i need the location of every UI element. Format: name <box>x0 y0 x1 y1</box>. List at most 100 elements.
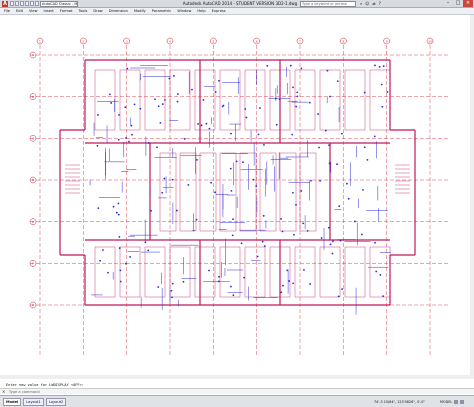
room <box>279 152 297 232</box>
tab-layout2[interactable]: Layout2 <box>45 398 67 406</box>
fixture-symbol <box>317 113 320 115</box>
fixture-symbol <box>363 146 366 149</box>
fixture-symbol <box>288 280 291 282</box>
command-line[interactable]: × Type a command <box>0 388 474 394</box>
fixture-symbol <box>326 69 329 72</box>
fixture-symbol <box>374 64 376 67</box>
fixture-symbol <box>218 79 220 82</box>
coordinate-readout: 74'-3 15/64", 123'0826", 0'-0" <box>374 400 425 404</box>
tab-model[interactable]: Model <box>3 398 22 406</box>
fixture-symbol <box>310 179 312 182</box>
fixture-symbol <box>256 255 259 258</box>
fixture-symbol <box>289 64 292 67</box>
menu-item-help[interactable]: Help <box>197 8 205 14</box>
fixture-symbol <box>230 132 232 135</box>
fixture-symbol <box>172 75 175 77</box>
annotation-scale-icon[interactable] <box>454 400 458 404</box>
menu-item-express[interactable]: Express <box>212 8 226 14</box>
workspace-select[interactable]: AutoCAD Classic - Migrat... <box>40 1 78 7</box>
fixture-symbol <box>195 218 198 221</box>
new-file-icon[interactable] <box>10 1 14 6</box>
fixture-symbol <box>164 99 166 101</box>
room <box>219 246 241 298</box>
fixture-symbol <box>263 144 265 146</box>
minimize-icon[interactable]: – <box>443 0 453 7</box>
tab-layout1[interactable]: Layout1 <box>23 398 44 406</box>
room <box>344 69 366 131</box>
fixture-symbol <box>341 132 343 135</box>
fixture-symbol <box>274 97 277 100</box>
fixture-symbol <box>117 213 120 216</box>
fixture-symbol <box>117 202 120 205</box>
status-tray <box>454 400 464 404</box>
drawing-canvas[interactable]: 1 2 3 4 5 6 7 8 9 10 A B C D E F G <box>0 15 474 379</box>
grid-label: 5 <box>212 39 214 43</box>
vertical-scrollbar[interactable] <box>470 15 474 379</box>
workspace-gear-icon[interactable] <box>460 400 464 404</box>
menu-item-dimension[interactable]: Dimension <box>109 8 128 14</box>
fixture-symbol <box>295 203 297 206</box>
fixture-symbol <box>329 95 331 98</box>
search-input[interactable]: Type a keyword or phrase <box>300 1 356 7</box>
close-window-icon[interactable]: × <box>463 0 473 7</box>
menu-item-file[interactable]: File <box>4 8 10 14</box>
room <box>94 246 116 298</box>
window-controls: – □ × <box>443 0 473 7</box>
room <box>219 69 241 131</box>
grid-label: D <box>32 178 35 182</box>
room <box>94 69 116 131</box>
fixture-symbol <box>214 191 216 194</box>
user-icon[interactable]: ☺ <box>365 1 369 7</box>
fixture-symbol <box>281 230 284 233</box>
fixture-symbol <box>329 243 332 246</box>
room <box>119 69 141 131</box>
grid-label: 6 <box>256 39 258 43</box>
fixture-symbol <box>379 274 382 276</box>
fixture-symbol <box>266 64 269 67</box>
quick-access-toolbar <box>10 1 39 7</box>
fixture-symbol <box>161 103 164 105</box>
fixture-symbol <box>360 233 363 236</box>
fixture-symbol <box>386 91 389 93</box>
print-icon[interactable] <box>25 1 29 6</box>
fixture-symbol <box>109 93 111 96</box>
fixture-symbol <box>319 179 321 182</box>
menu-item-format[interactable]: Format <box>60 8 73 14</box>
menu-item-insert[interactable]: Insert <box>44 8 54 14</box>
fixture-symbol <box>320 237 323 239</box>
exchange-icon[interactable]: ⇄ <box>372 1 375 7</box>
model-space-toggle[interactable]: MODEL <box>440 399 452 405</box>
fixture-symbol <box>375 270 378 273</box>
fixture-symbol <box>235 160 238 163</box>
fixture-symbol <box>331 252 334 255</box>
grid-label: 3 <box>126 39 128 43</box>
fixture-symbol <box>170 289 173 292</box>
fixture-symbol <box>154 98 156 101</box>
save-icon[interactable] <box>20 1 24 6</box>
grid-label: A <box>32 53 35 57</box>
menu-item-window[interactable]: Window <box>177 8 191 14</box>
autocad-logo-icon[interactable]: A <box>2 1 8 7</box>
fixture-symbol <box>118 113 120 116</box>
menu-item-edit[interactable]: Edit <box>16 8 23 14</box>
fixture-symbol <box>295 105 298 108</box>
title-bar: A AutoCAD Classic - Migrat... Autodesk A… <box>0 0 474 8</box>
open-file-icon[interactable] <box>15 1 19 6</box>
menu-item-tools[interactable]: Tools <box>79 8 88 14</box>
undo-icon[interactable] <box>30 1 34 6</box>
redo-icon[interactable] <box>35 1 39 6</box>
menu-item-parametric[interactable]: Parametric <box>152 8 171 14</box>
fixture-symbol <box>286 269 289 272</box>
binoculars-icon[interactable]: ⌕ <box>360 1 362 7</box>
help-icon[interactable]: ? <box>379 1 381 7</box>
menu-item-view[interactable]: View <box>29 8 38 14</box>
menu-item-modify[interactable]: Modify <box>134 8 146 14</box>
fixture-symbol <box>119 269 122 272</box>
menu-item-draw[interactable]: Draw <box>93 8 102 14</box>
fixture-symbol <box>124 106 127 109</box>
fixture-symbol <box>231 234 234 237</box>
fixture-symbol <box>303 269 305 271</box>
fixture-symbol <box>346 182 348 185</box>
fixture-symbol <box>218 275 220 278</box>
maximize-icon[interactable]: □ <box>453 0 463 7</box>
